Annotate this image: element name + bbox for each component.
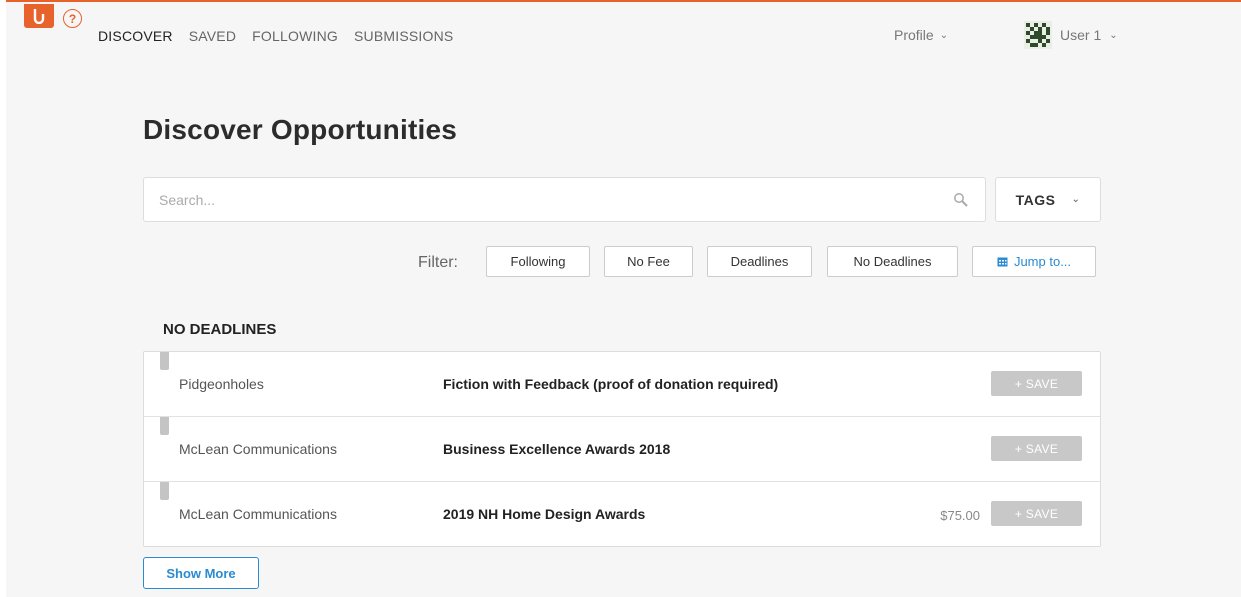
opportunity-name[interactable]: Business Excellence Awards 2018 xyxy=(443,441,670,457)
organization-name[interactable]: McLean Communications xyxy=(179,441,337,457)
filter-no-deadlines-button[interactable]: No Deadlines xyxy=(827,246,958,277)
bookmark-flag-icon xyxy=(160,482,169,500)
submittable-logo-icon[interactable] xyxy=(24,4,54,28)
profile-label: Profile xyxy=(894,27,934,43)
organization-name[interactable]: Pidgeonholes xyxy=(179,376,264,392)
list-item[interactable]: Pidgeonholes Fiction with Feedback (proo… xyxy=(144,352,1100,417)
section-heading: NO DEADLINES xyxy=(163,321,277,338)
help-icon[interactable]: ? xyxy=(63,9,82,28)
save-button[interactable]: + SAVE xyxy=(991,501,1082,526)
chevron-down-icon: ⌄ xyxy=(1109,29,1118,41)
show-more-button[interactable]: Show More xyxy=(143,557,259,589)
user-menu[interactable]: User 1 ⌄ xyxy=(1024,21,1118,49)
top-navigation: DISCOVER SAVED FOLLOWING SUBMISSIONS xyxy=(98,28,453,44)
nav-saved[interactable]: SAVED xyxy=(189,28,236,44)
list-item[interactable]: McLean Communications Business Excellenc… xyxy=(144,416,1100,481)
search-input[interactable] xyxy=(144,178,985,221)
app-page: ? DISCOVER SAVED FOLLOWING SUBMISSIONS P… xyxy=(6,0,1241,597)
opportunity-list: Pidgeonholes Fiction with Feedback (proo… xyxy=(143,351,1101,547)
opportunity-name[interactable]: Fiction with Feedback (proof of donation… xyxy=(443,376,778,392)
jump-to-label: Jump to... xyxy=(1013,254,1072,269)
nav-discover[interactable]: DISCOVER xyxy=(98,28,173,44)
save-button[interactable]: + SAVE xyxy=(991,436,1082,461)
tags-dropdown[interactable]: TAGS ⌄ xyxy=(995,177,1101,222)
opportunity-name[interactable]: 2019 NH Home Design Awards xyxy=(443,506,645,522)
bookmark-flag-icon xyxy=(160,417,169,435)
filter-no-fee-button[interactable]: No Fee xyxy=(604,246,693,277)
save-button[interactable]: + SAVE xyxy=(991,371,1082,396)
organization-name[interactable]: McLean Communications xyxy=(179,506,337,522)
calendar-icon xyxy=(997,257,1008,267)
tags-label: TAGS xyxy=(1015,191,1056,208)
filter-following-button[interactable]: Following xyxy=(486,246,590,277)
chevron-down-icon: ⌄ xyxy=(939,29,949,41)
list-item[interactable]: McLean Communications 2019 NH Home Desig… xyxy=(144,481,1100,546)
search-box xyxy=(143,177,986,222)
search-icon[interactable] xyxy=(953,192,969,208)
nav-submissions[interactable]: SUBMISSIONS xyxy=(354,28,453,44)
bookmark-flag-icon xyxy=(160,352,169,370)
profile-menu[interactable]: Profile ⌄ xyxy=(894,27,948,43)
filter-deadlines-button[interactable]: Deadlines xyxy=(707,246,812,277)
page-title: Discover Opportunities xyxy=(143,114,458,145)
fee-amount: $75.00 xyxy=(940,508,980,523)
chevron-down-icon: ⌄ xyxy=(1071,194,1081,205)
avatar xyxy=(1024,21,1052,49)
filter-label: Filter: xyxy=(418,254,458,271)
user-label: User 1 xyxy=(1060,27,1102,43)
nav-following[interactable]: FOLLOWING xyxy=(252,28,338,44)
jump-to-button[interactable]: Jump to... xyxy=(972,246,1096,277)
